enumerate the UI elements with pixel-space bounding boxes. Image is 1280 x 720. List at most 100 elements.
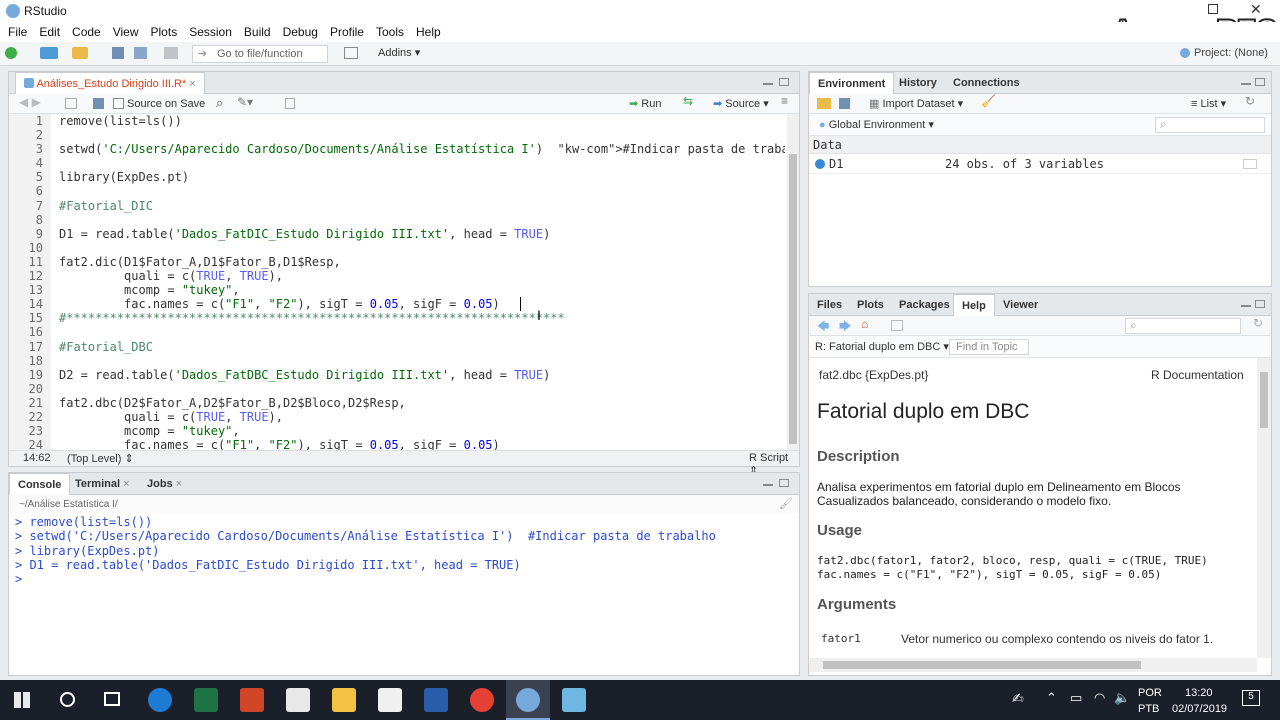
- open-file-icon[interactable]: [72, 47, 88, 59]
- save-workspace-icon[interactable]: [839, 98, 850, 109]
- editor-scrollbar[interactable]: [787, 114, 799, 450]
- maximize-console-icon[interactable]: [779, 479, 789, 487]
- help-back-icon[interactable]: 🡄: [817, 317, 829, 338]
- print-icon[interactable]: [164, 47, 178, 59]
- help-scrollbar[interactable]: [1257, 358, 1271, 658]
- menu-file[interactable]: File: [2, 22, 33, 42]
- search-icon[interactable]: ⌕: [216, 95, 223, 111]
- notification-icon[interactable]: 5: [1242, 690, 1260, 706]
- rerun-icon[interactable]: ⇆: [683, 94, 693, 108]
- tab-environment[interactable]: Environment: [809, 72, 895, 95]
- run-button[interactable]: ➡ Run: [629, 94, 661, 114]
- editor-tab[interactable]: Análises_Estudo Dirigido III.R* ×: [15, 72, 205, 95]
- pen-icon[interactable]: ✍: [1012, 690, 1024, 707]
- console-output[interactable]: > remove(list=ls()) > setwd('C:/Users/Ap…: [15, 515, 795, 675]
- refresh-env-icon[interactable]: ↻: [1245, 94, 1255, 108]
- help-search-input[interactable]: ⌕: [1125, 318, 1241, 334]
- maximize-env-icon[interactable]: [1255, 78, 1265, 86]
- help-h-scrollbar[interactable]: [809, 658, 1257, 672]
- tab-packages[interactable]: Packages: [891, 294, 958, 316]
- cortana-icon[interactable]: [60, 692, 75, 707]
- menu-profile[interactable]: Profile: [324, 22, 370, 42]
- menu-build[interactable]: Build: [238, 22, 277, 42]
- tab-connections[interactable]: Connections: [945, 72, 1028, 94]
- language-bottom[interactable]: PTB: [1138, 703, 1159, 715]
- clear-console-icon[interactable]: 🖌: [779, 497, 793, 510]
- close-tab-icon[interactable]: ×: [189, 78, 195, 90]
- broom-icon[interactable]: 🧹: [981, 94, 996, 108]
- help-popout-icon[interactable]: [891, 320, 903, 331]
- grid-layout-icon[interactable]: [344, 47, 358, 59]
- minimize-help-icon[interactable]: [1241, 303, 1251, 307]
- show-hidden-icons[interactable]: ⌃: [1046, 690, 1057, 706]
- help-topic-dropdown[interactable]: R: Fatorial duplo em DBC ▾: [815, 340, 949, 353]
- menu-help[interactable]: Help: [410, 22, 447, 42]
- view-data-icon[interactable]: [1243, 159, 1257, 169]
- store-icon[interactable]: [286, 688, 310, 712]
- show-in-window-icon[interactable]: [65, 98, 77, 109]
- goto-file-input[interactable]: ➔ Go to file/function: [192, 45, 328, 63]
- magic-wand-icon[interactable]: ✎▾: [237, 95, 253, 109]
- global-env-dropdown[interactable]: ● Global Environment ▾: [819, 115, 934, 135]
- minimize-env-icon[interactable]: [1241, 81, 1251, 85]
- menu-edit[interactable]: Edit: [33, 22, 66, 42]
- wifi-icon[interactable]: ◠: [1094, 690, 1105, 706]
- edge-icon[interactable]: [148, 688, 172, 712]
- expand-d1-icon[interactable]: [815, 159, 825, 169]
- help-forward-icon[interactable]: 🡆: [839, 317, 851, 338]
- compile-report-icon[interactable]: [285, 98, 295, 109]
- find-in-topic-input[interactable]: Find in Topic: [949, 339, 1029, 355]
- save-icon[interactable]: [112, 47, 124, 59]
- clock-date[interactable]: 02/07/2019: [1172, 703, 1227, 715]
- list-view-button[interactable]: ≡ List ▾: [1191, 94, 1226, 114]
- menu-view[interactable]: View: [107, 22, 145, 42]
- tab-help[interactable]: Help: [953, 294, 995, 317]
- excel-icon[interactable]: [194, 688, 218, 712]
- editor-scroll-thumb[interactable]: [789, 154, 797, 444]
- close-terminal-icon[interactable]: ×: [123, 478, 129, 490]
- mail-icon[interactable]: [378, 688, 402, 712]
- menu-plots[interactable]: Plots: [145, 22, 184, 42]
- minimize-pane-icon[interactable]: [763, 81, 773, 85]
- windows-start-icon[interactable]: [14, 692, 30, 708]
- restore-window-icon[interactable]: [1208, 4, 1218, 14]
- help-scroll-thumb[interactable]: [1260, 372, 1268, 428]
- chrome-icon[interactable]: [470, 688, 494, 712]
- tab-jobs[interactable]: Jobs ×: [139, 473, 190, 495]
- word-icon[interactable]: [424, 688, 448, 712]
- close-jobs-icon[interactable]: ×: [176, 478, 182, 490]
- help-home-icon[interactable]: ⌂: [861, 317, 868, 331]
- save-file-icon[interactable]: [93, 98, 104, 109]
- new-project-icon[interactable]: [40, 47, 58, 59]
- back-icon[interactable]: ◀ ▶: [19, 95, 41, 109]
- menu-tools[interactable]: Tools: [370, 22, 410, 42]
- source-on-save-checkbox[interactable]: [113, 98, 124, 109]
- clock-time[interactable]: 13:20: [1185, 687, 1213, 699]
- tab-history[interactable]: History: [891, 72, 945, 94]
- menu-code[interactable]: Code: [66, 22, 107, 42]
- env-search-input[interactable]: ⌕: [1155, 117, 1265, 133]
- project-menu[interactable]: Project: (None): [1194, 47, 1268, 59]
- scope-indicator[interactable]: (Top Level) ⇕: [67, 452, 134, 465]
- outline-icon[interactable]: ≡: [781, 94, 788, 108]
- env-row-d1[interactable]: D1 24 obs. of 3 variables: [809, 154, 1271, 174]
- source-button[interactable]: ➡ Source ▾: [713, 94, 769, 114]
- tab-terminal[interactable]: Terminal ×: [67, 473, 138, 495]
- minimize-console-icon[interactable]: [763, 482, 773, 486]
- file-explorer-icon[interactable]: [332, 688, 356, 712]
- import-dataset-button[interactable]: ▦ Import Dataset ▾: [869, 94, 963, 114]
- code-area[interactable]: remove(list=ls()) setwd('C:/Users/Apareci…: [59, 114, 785, 450]
- maximize-help-icon[interactable]: [1255, 300, 1265, 308]
- apowerrec-icon[interactable]: [562, 688, 586, 712]
- tab-plots[interactable]: Plots: [849, 294, 892, 316]
- help-h-scroll-thumb[interactable]: [823, 661, 1141, 669]
- menu-debug[interactable]: Debug: [277, 22, 324, 42]
- volume-icon[interactable]: 🔈: [1114, 690, 1130, 706]
- help-refresh-icon[interactable]: ↻: [1253, 316, 1263, 330]
- addins-button[interactable]: Addins ▾: [378, 46, 420, 59]
- tab-console[interactable]: Console: [9, 473, 71, 496]
- tab-viewer[interactable]: Viewer: [995, 294, 1046, 316]
- menu-session[interactable]: Session: [183, 22, 238, 42]
- language-top[interactable]: POR: [1138, 687, 1162, 699]
- tab-files[interactable]: Files: [809, 294, 850, 316]
